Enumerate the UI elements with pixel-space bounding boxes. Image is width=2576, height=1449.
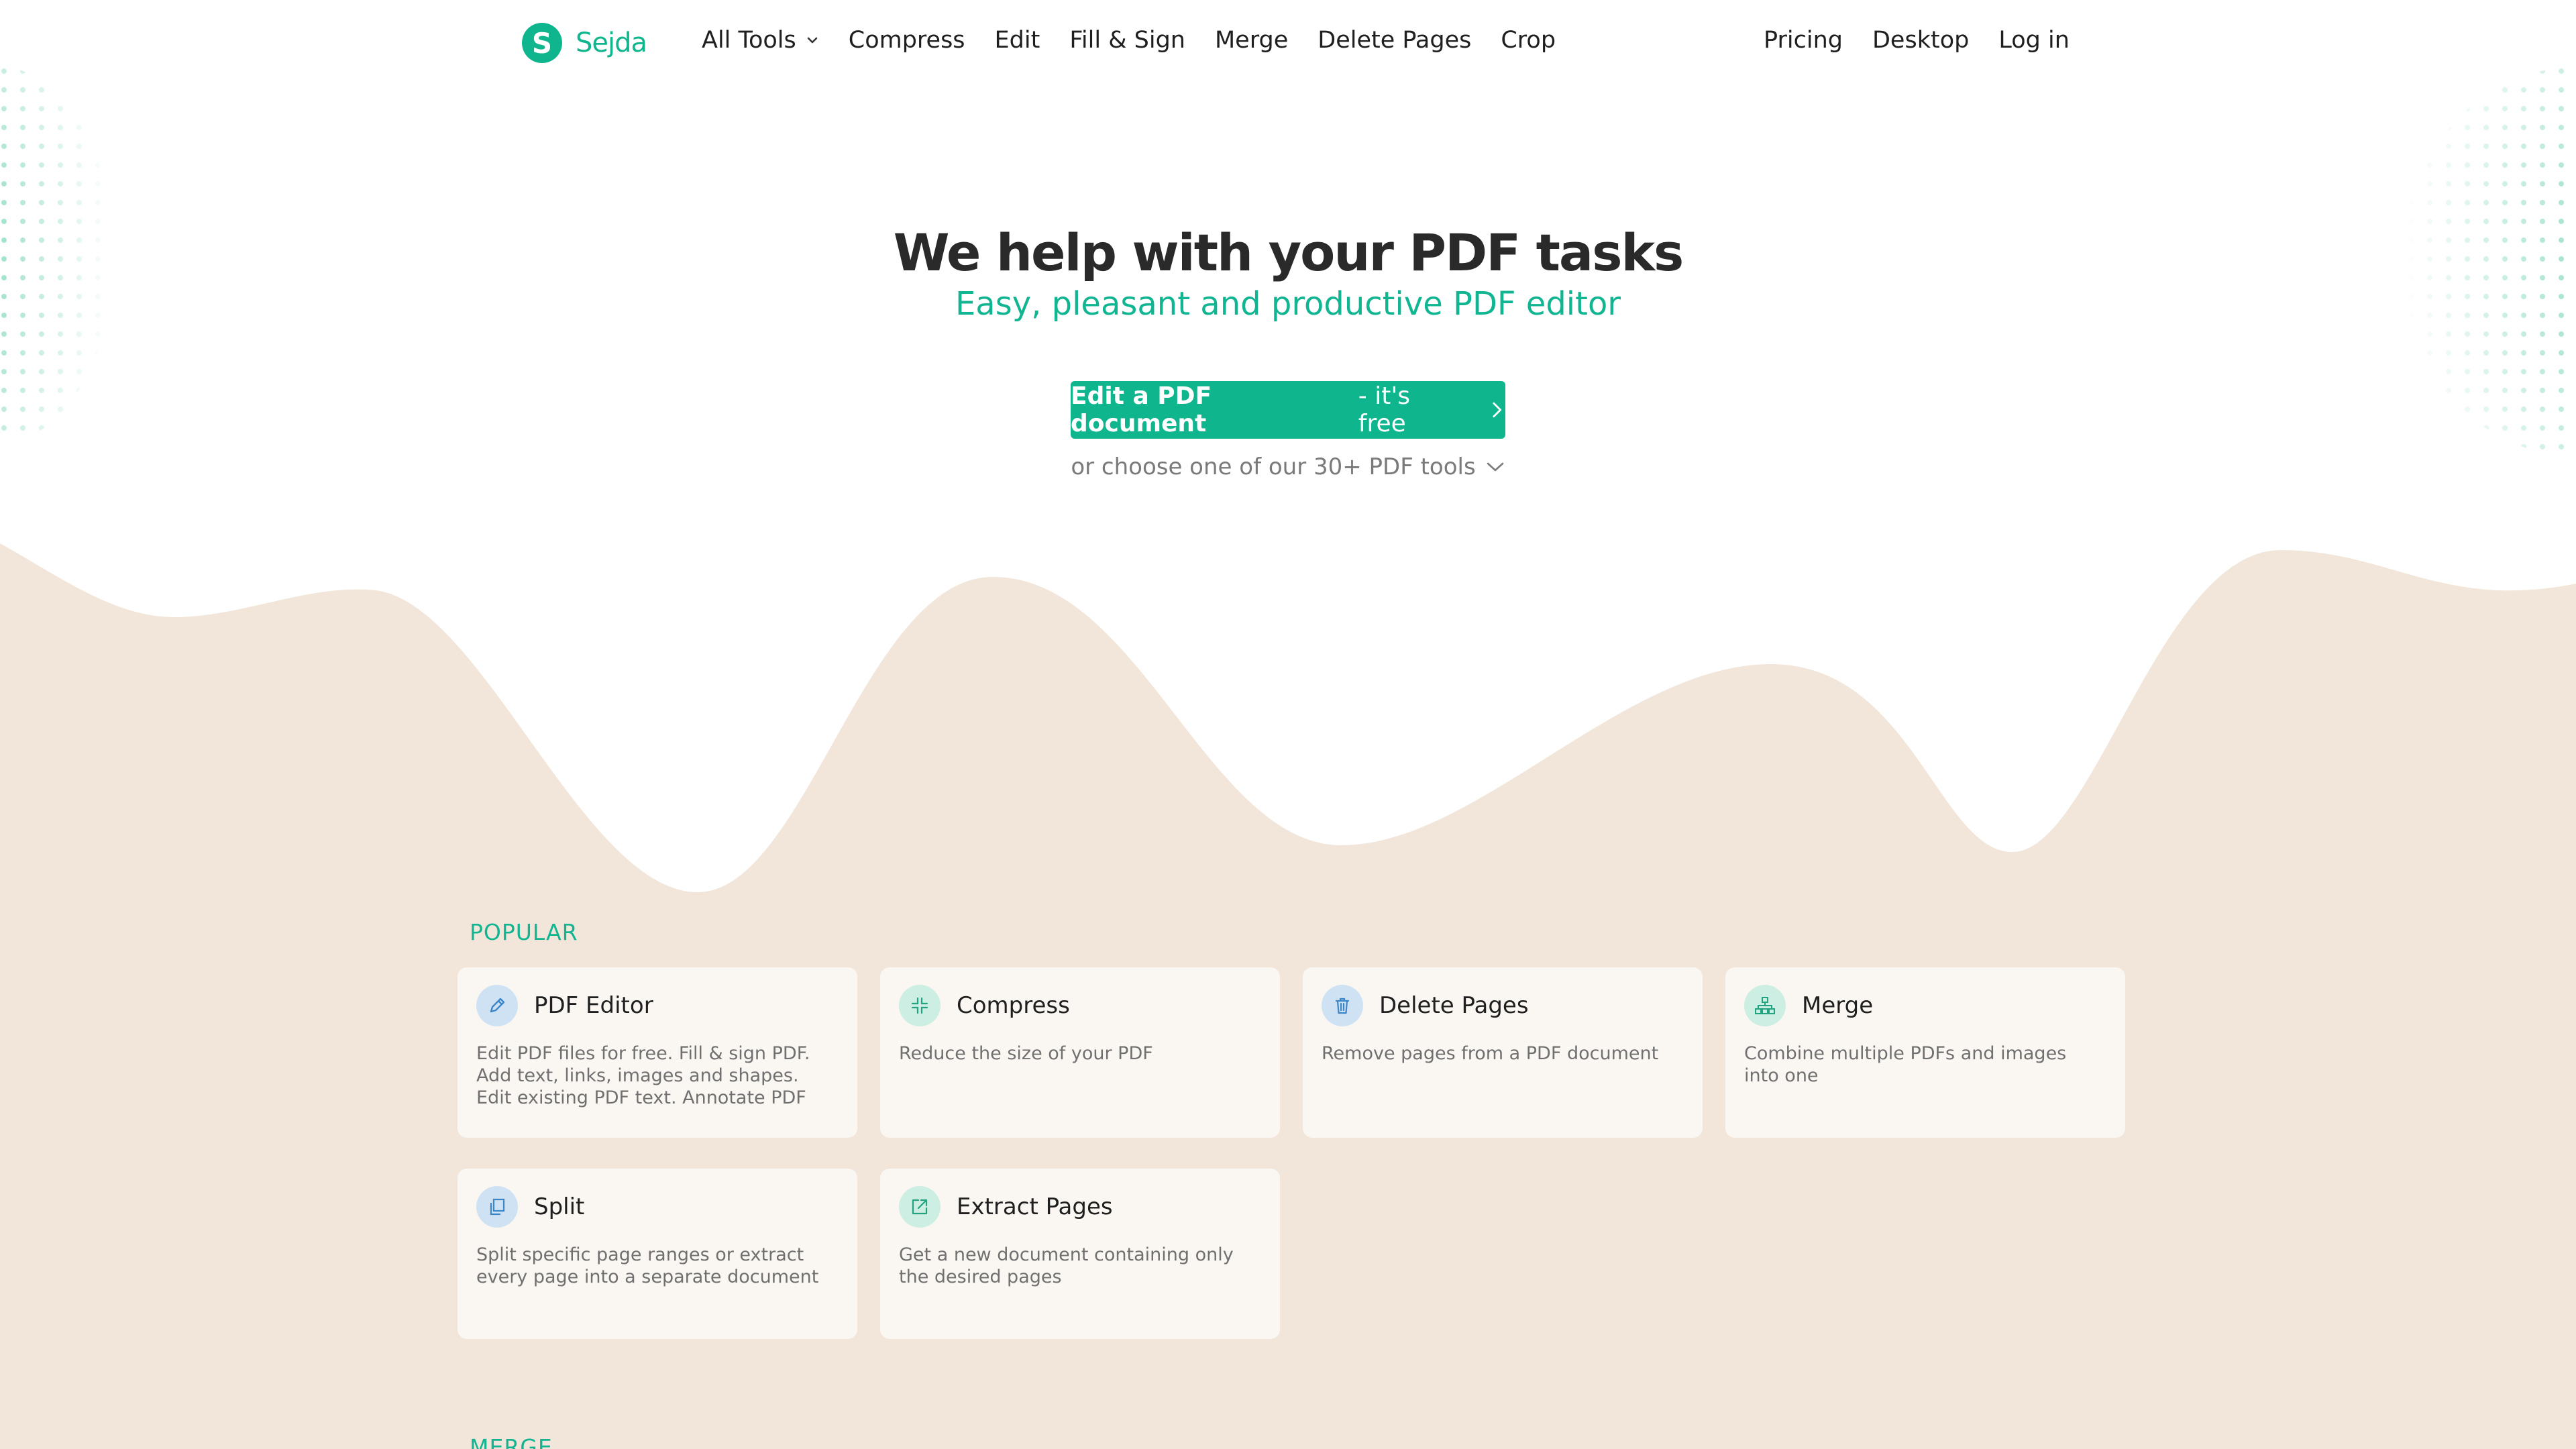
edit-pdf-button[interactable]: Edit a PDF document - it's free	[1071, 381, 1505, 439]
card-title: PDF Editor	[534, 992, 653, 1019]
pencil-icon	[476, 985, 518, 1026]
nav-pricing[interactable]: Pricing	[1764, 27, 1843, 54]
main-nav: All Tools Compress Edit Fill & Sign Merg…	[702, 27, 1556, 54]
compress-icon	[899, 985, 941, 1026]
wave-background	[0, 543, 2576, 1449]
tool-card-pdf-editor[interactable]: PDF Editor Edit PDF files for free. Fill…	[458, 967, 857, 1138]
account-nav: Pricing Desktop Log in	[1764, 27, 2070, 54]
card-title: Delete Pages	[1379, 992, 1529, 1019]
nav-desktop[interactable]: Desktop	[1872, 27, 1969, 54]
choose-tools-label: or choose one of our 30+ PDF tools	[1071, 453, 1476, 480]
hero-title: We help with your PDF tasks	[893, 223, 1684, 282]
section-label-merge: MERGE	[470, 1434, 553, 1449]
nav-compress[interactable]: Compress	[849, 27, 965, 54]
extract-icon	[899, 1186, 941, 1228]
logo-icon: S	[522, 23, 562, 63]
card-title: Merge	[1802, 992, 1874, 1019]
cta-rest-label: - it's free	[1358, 382, 1410, 437]
split-icon	[476, 1186, 518, 1228]
chevron-down-icon	[1487, 462, 1503, 472]
card-description: Combine multiple PDFs and images into on…	[1744, 1043, 2067, 1086]
nav-merge[interactable]: Merge	[1215, 27, 1288, 54]
logo-text: Sejda	[576, 28, 647, 58]
nav-login[interactable]: Log in	[1998, 27, 2070, 54]
chevron-right-icon	[1492, 402, 1501, 418]
nav-all-tools[interactable]: All Tools	[702, 27, 819, 54]
section-label-popular: POPULAR	[470, 919, 578, 945]
choose-tools-link[interactable]: or choose one of our 30+ PDF tools	[0, 453, 2576, 480]
page: { "brand": {"name": "Sejda", "logo_lette…	[0, 0, 2576, 1449]
card-title: Extract Pages	[957, 1193, 1113, 1220]
tool-card-delete-pages[interactable]: Delete Pages Remove pages from a PDF doc…	[1303, 967, 1703, 1138]
card-title: Compress	[957, 992, 1070, 1019]
nav-edit[interactable]: Edit	[995, 27, 1040, 54]
card-description: Edit PDF files for free. Fill & sign PDF…	[476, 1043, 810, 1108]
cta-bold-label: Edit a PDF document	[1071, 382, 1212, 437]
nav-all-tools-label: All Tools	[702, 27, 796, 54]
card-description: Remove pages from a PDF document	[1322, 1043, 1659, 1064]
merge-icon	[1744, 985, 1786, 1026]
tool-card-compress[interactable]: Compress Reduce the size of your PDF	[880, 967, 1280, 1138]
tool-card-merge[interactable]: Merge Combine multiple PDFs and images i…	[1725, 967, 2125, 1138]
card-description: Get a new document containing only the d…	[899, 1244, 1234, 1287]
chevron-down-icon	[807, 37, 818, 44]
card-title: Split	[534, 1193, 585, 1220]
nav-fill-sign[interactable]: Fill & Sign	[1069, 27, 1185, 54]
hero-subtitle: Easy, pleasant and productive PDF editor	[955, 285, 1621, 323]
tool-card-split[interactable]: Split Split specific page ranges or extr…	[458, 1169, 857, 1339]
tool-card-extract-pages[interactable]: Extract Pages Get a new document contain…	[880, 1169, 1280, 1339]
card-description: Reduce the size of your PDF	[899, 1043, 1153, 1064]
trash-icon	[1322, 985, 1363, 1026]
card-description: Split specific page ranges or extract ev…	[476, 1244, 819, 1287]
nav-delete-pages[interactable]: Delete Pages	[1318, 27, 1471, 54]
logo[interactable]: S Sejda	[522, 23, 647, 63]
nav-crop[interactable]: Crop	[1501, 27, 1556, 54]
